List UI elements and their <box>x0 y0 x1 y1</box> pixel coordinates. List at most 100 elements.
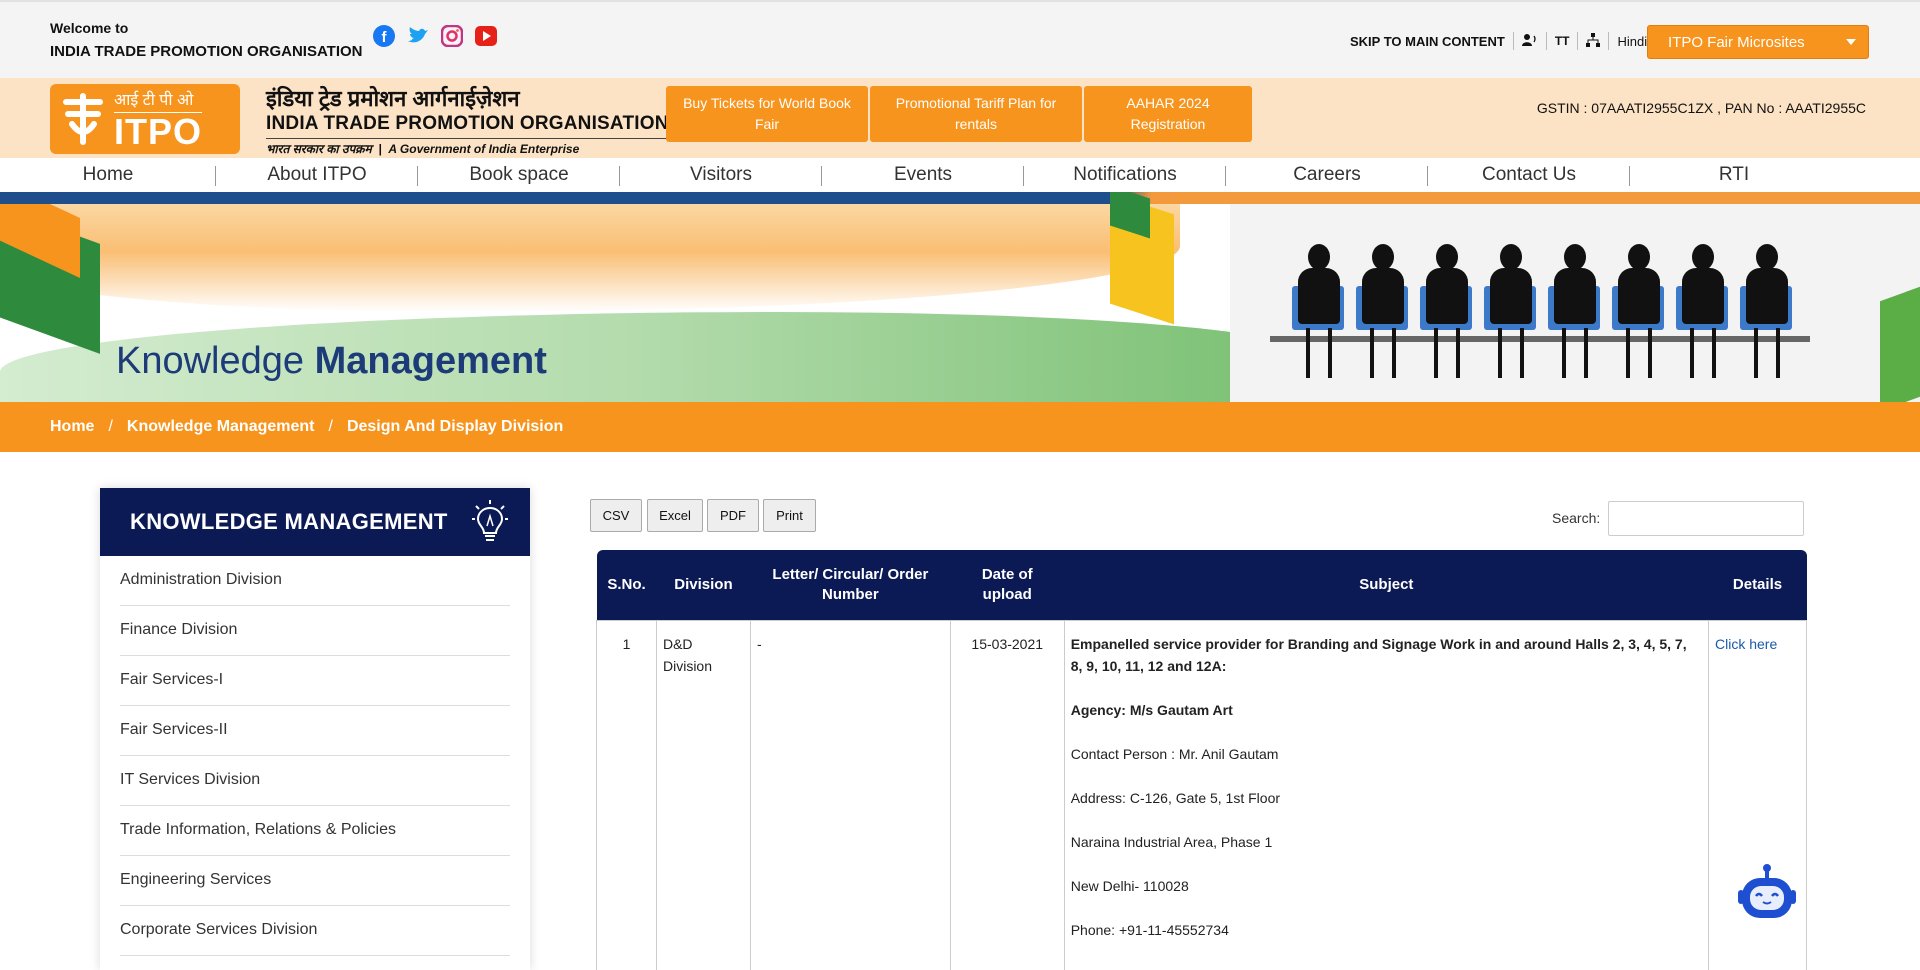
sidebar: KNOWLEDGE MANAGEMENT Administration Divi… <box>100 488 530 970</box>
search-label: Search: <box>1552 510 1601 526</box>
illustration-person <box>1674 244 1732 384</box>
banner-stripe <box>0 192 1920 204</box>
facebook-icon[interactable]: f <box>372 24 396 48</box>
screen-reader-icon[interactable] <box>1521 33 1538 50</box>
text-size-toggle[interactable]: TT <box>1555 34 1570 48</box>
column-header-number[interactable]: Letter/ Circular/ Order Number <box>750 550 951 620</box>
lightbulb-icon <box>470 498 510 546</box>
column-header-sno[interactable]: S.No. <box>596 550 657 620</box>
sidebar-heading-text: KNOWLEDGE MANAGEMENT <box>130 509 448 534</box>
microsites-dropdown[interactable]: ITPO Fair Microsites <box>1647 25 1869 59</box>
breadcrumb-separator: / <box>328 418 333 435</box>
cell-sno: 1 <box>596 619 657 970</box>
main-nav: Home About ITPO Book space Visitors Even… <box>0 158 1920 192</box>
sidebar-item-finance[interactable]: Finance Division <box>120 606 510 656</box>
sidebar-item-fair-services-1[interactable]: Fair Services-I <box>120 656 510 706</box>
excel-button[interactable]: Excel <box>647 499 703 532</box>
subject-address-3: New Delhi- 110028 <box>1070 877 1189 894</box>
banner-shape <box>1880 286 1920 402</box>
breadcrumb: Home / Knowledge Management / Design And… <box>0 402 1920 452</box>
sitemap-icon[interactable] <box>1586 32 1601 50</box>
nav-item-about[interactable]: About ITPO <box>216 158 418 192</box>
cell-subject: Empanelled service provider for Branding… <box>1063 619 1710 970</box>
brand-bar: आई टी पी ओ ITPO इंडिया ट्रेड प्रमोशन आर्… <box>0 78 1920 158</box>
page-banner: Knowledge Management <box>0 192 1920 402</box>
org-name-english: INDIA TRADE PROMOTION ORGANISATION <box>266 113 669 134</box>
sidebar-item-corporate-services[interactable]: Corporate Services Division <box>120 906 510 956</box>
org-name-hindi: इंडिया ट्रेड प्रमोशन आर्गनाईज़ेशन <box>266 86 520 111</box>
banner-wave <box>0 202 1180 312</box>
illustration-person <box>1738 244 1796 384</box>
aahar-registration-button[interactable]: AAHAR 2024 Registration <box>1084 86 1252 142</box>
sidebar-item-engineering[interactable]: Engineering Services <box>120 856 510 906</box>
org-subtitle-english: A Government of India Enterprise <box>388 142 580 156</box>
illustration-person <box>1418 244 1476 384</box>
cell-number: - <box>749 619 951 970</box>
print-button[interactable]: Print <box>763 499 816 532</box>
twitter-icon[interactable] <box>406 24 430 48</box>
column-header-date[interactable]: Date of upload <box>950 550 1065 620</box>
illustration-person <box>1354 244 1412 384</box>
details-link[interactable]: Click here <box>1715 636 1777 652</box>
sidebar-heading: KNOWLEDGE MANAGEMENT <box>100 488 530 556</box>
nav-item-home[interactable]: Home <box>0 158 216 192</box>
logo-symbol-icon <box>58 92 108 146</box>
cell-date: 15-03-2021 <box>949 619 1065 970</box>
welcome-text: Welcome to INDIA TRADE PROMOTION ORGANIS… <box>50 16 363 64</box>
meeting-illustration <box>1230 204 1920 402</box>
youtube-icon[interactable] <box>474 24 498 48</box>
breadcrumb-current: Design And Display Division <box>346 418 564 435</box>
buy-tickets-button[interactable]: Buy Tickets for World Book Fair <box>666 86 868 142</box>
language-toggle[interactable]: Hindi <box>1617 34 1647 49</box>
social-links: f <box>372 24 498 48</box>
skip-to-main-link[interactable]: SKIP TO MAIN CONTENT <box>1350 34 1505 49</box>
logo-hindi: आई टी पी ओ <box>114 88 203 113</box>
tariff-plan-button[interactable]: Promotional Tariff Plan for rentals <box>870 86 1082 142</box>
subject-address-1: Address: C-126, Gate 5, 1st Floor <box>1070 789 1281 806</box>
breadcrumb-separator: / <box>108 418 113 435</box>
nav-item-visitors[interactable]: Visitors <box>620 158 822 192</box>
sidebar-item-trade-information[interactable]: Trade Information, Relations & Policies <box>120 806 510 856</box>
nav-item-careers[interactable]: Careers <box>1226 158 1428 192</box>
sidebar-item-fair-services-2[interactable]: Fair Services-II <box>120 706 510 756</box>
logo-english: ITPO <box>114 110 203 152</box>
itpo-logo[interactable]: आई टी पी ओ ITPO <box>50 84 240 154</box>
sidebar-item-it-services[interactable]: IT Services Division <box>120 756 510 806</box>
records-table: S.No. Division Letter/ Circular/ Order N… <box>596 550 1807 970</box>
subject-contact: Contact Person : Mr. Anil Gautam <box>1070 745 1279 762</box>
sidebar-list: Administration Division Finance Division… <box>100 556 530 956</box>
gstin-text: GSTIN : 07AAATI2955C1ZX , PAN No : AAATI… <box>1536 100 1866 116</box>
nav-item-notifications[interactable]: Notifications <box>1024 158 1226 192</box>
divider <box>1512 32 1514 50</box>
search-input[interactable] <box>1608 501 1804 536</box>
sidebar-item-administration[interactable]: Administration Division <box>120 556 510 606</box>
illustration-people <box>1290 244 1796 384</box>
pdf-button[interactable]: PDF <box>707 499 759 532</box>
divider <box>1608 32 1610 50</box>
subject-agency: Agency: M/s Gautam Art <box>1070 701 1233 718</box>
subject-title: Empanelled service provider for Branding… <box>1070 635 1687 674</box>
chevron-down-icon <box>1846 39 1856 45</box>
chatbot-icon[interactable] <box>1738 862 1796 922</box>
column-header-subject[interactable]: Subject <box>1064 550 1709 620</box>
banner-title-light: Knowledge <box>116 340 315 382</box>
microsites-label: ITPO Fair Microsites <box>1668 33 1805 51</box>
organisation-name: इंडिया ट्रेड प्रमोशन आर्गनाईज़ेशन INDIA … <box>266 86 669 157</box>
table-header-row: S.No. Division Letter/ Circular/ Order N… <box>596 550 1807 620</box>
nav-item-rti[interactable]: RTI <box>1630 158 1838 192</box>
divider <box>1577 32 1579 50</box>
breadcrumb-home[interactable]: Home <box>50 418 94 436</box>
banner-title-bold: Management <box>314 340 547 382</box>
nav-item-book-space[interactable]: Book space <box>418 158 620 192</box>
nav-item-contact[interactable]: Contact Us <box>1428 158 1630 192</box>
breadcrumb-knowledge-management[interactable]: Knowledge Management <box>127 418 315 436</box>
column-header-division[interactable]: Division <box>656 550 751 620</box>
csv-button[interactable]: CSV <box>590 499 642 532</box>
illustration-person <box>1610 244 1668 384</box>
instagram-icon[interactable] <box>440 24 464 48</box>
welcome-line1: Welcome to <box>50 20 129 36</box>
column-header-details[interactable]: Details <box>1708 550 1807 620</box>
subject-address-2: Naraina Industrial Area, Phase 1 <box>1070 833 1273 850</box>
org-subtitle: भारत सरकार का उपक्रम | A Government of I… <box>266 138 669 157</box>
nav-item-events[interactable]: Events <box>822 158 1024 192</box>
